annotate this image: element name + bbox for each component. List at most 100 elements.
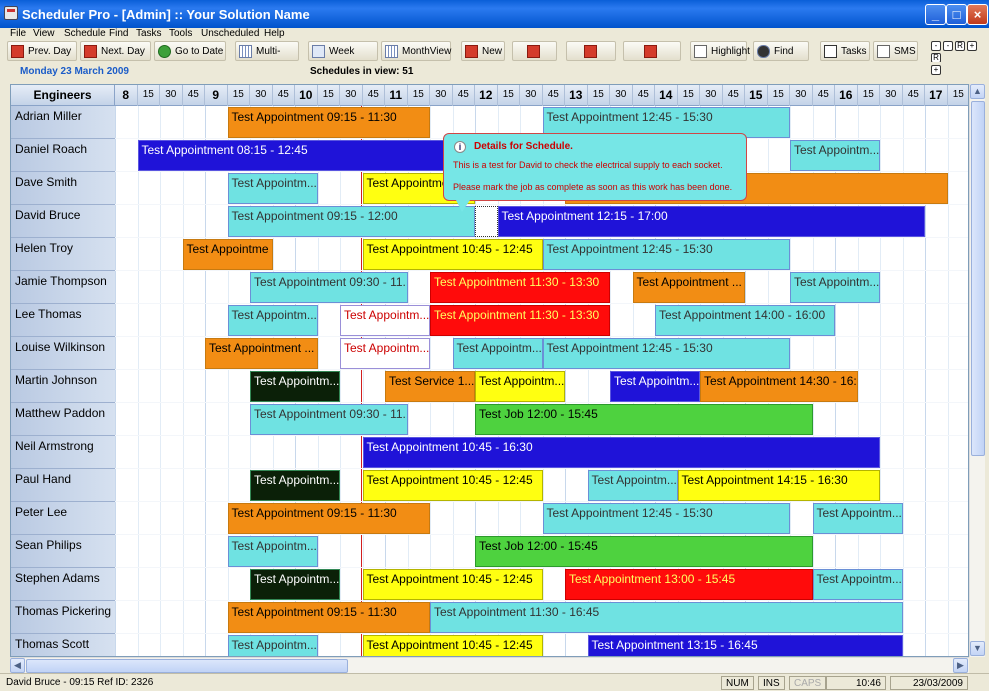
engineer-name[interactable]: Lee Thomas [11,304,115,337]
engineer-name[interactable]: Peter Lee [11,502,115,535]
highlight-button[interactable]: Highlight [690,41,750,61]
appointment-block[interactable]: Test Appointm... [790,272,880,303]
appointment-block[interactable]: Test Appointm... [227,635,318,656]
next-day-button[interactable]: Next. Day [80,41,151,61]
menu-view[interactable]: View [33,28,55,39]
appointment-block[interactable]: Test Job 12:00 - 15:45 [475,404,813,435]
engineer-name[interactable]: David Bruce [11,205,115,238]
vertical-scrollbar[interactable]: ▲ ▼ [969,84,985,657]
appointment-block[interactable]: Test Appointment 09:30 - 11... [250,272,408,303]
engineer-name[interactable]: Neil Armstrong [11,436,115,469]
appointment-block[interactable]: Test Appointment 09:30 - 11... [250,404,408,435]
engineer-name[interactable]: Paul Hand [11,469,115,502]
engineer-name[interactable]: Matthew Paddon [11,403,115,436]
appointment-block[interactable]: Test Appointm... [250,470,340,501]
appointment-block[interactable]: Test Appointm... [812,503,903,534]
engineer-name[interactable]: Martin Johnson [11,370,115,403]
appointment-block[interactable]: Test Appointment 11:30 - 13:30 [430,272,610,303]
tasks-button[interactable]: Tasks [820,41,870,61]
appointment-block[interactable]: Test Appointm... [340,305,430,336]
prev-day-button[interactable]: Prev. Day [7,41,77,61]
appointment-block[interactable]: Test Appointment 14:00 - 16:00 [655,305,835,336]
appointment-block[interactable]: Test Appointment 14:15 - 16:30 [677,470,880,501]
go-to-date-button[interactable]: Go to Date [154,41,226,61]
appointment-block[interactable]: Test Appointm... [452,338,543,369]
appointment-block[interactable]: Test Appointm... [610,371,700,402]
appointment-block[interactable]: Test Appointment 09:15 - 11:30 [227,602,430,633]
appointment-block[interactable]: Test Appointment ... [205,338,318,369]
appointment-block[interactable]: Test Appointme [182,239,273,270]
appointment-block[interactable]: Test Appointment 12:45 - 15:30 [542,503,790,534]
engineer-name[interactable]: Dave Smith [11,172,115,205]
zoom-in-small-button[interactable]: + [967,41,977,51]
row-expand-small-button[interactable]: + [931,65,941,75]
appointment-block[interactable]: Test Appointment 13:00 - 15:45 [565,569,813,600]
engineer-name[interactable]: Sean Philips [11,535,115,568]
move-appointment-button[interactable] [512,41,557,61]
engineer-name[interactable]: Jamie Thompson [11,271,115,304]
maximize-button[interactable]: □ [946,4,967,25]
month-view-button[interactable]: MonthView [381,41,451,61]
engineer-name[interactable]: Adrian Miller [11,106,115,139]
horizontal-scrollbar[interactable]: ◀ ▶ [10,657,969,673]
multi-day-button[interactable]: Multi-Day [235,41,299,77]
week-view-button[interactable]: Week View [308,41,378,77]
appointment-block[interactable]: Test Job 12:00 - 15:45 [475,536,813,567]
appointment-block[interactable]: Test Appointment 13:15 - 16:45 [587,635,903,656]
appointment-block[interactable]: Test Appointment 10:45 - 16:30 [362,437,880,468]
appointment-block[interactable]: Test Appointment 11:30 - 16:45 [430,602,903,633]
new-button[interactable]: New [461,41,505,61]
minimize-button[interactable]: _ [925,4,946,25]
appointment-block[interactable]: Test Appointm... [340,338,430,369]
scroll-left-icon[interactable]: ◀ [10,658,25,673]
horizontal-scroll-thumb[interactable] [26,659,348,673]
appointment-block[interactable]: Test Appointm... [227,173,318,204]
appointment-block[interactable]: Test Appointment 10:45 - 12:45 [362,470,543,501]
menu-tools[interactable]: Tools [169,28,192,39]
appointment-block[interactable]: Test Appointm... [790,140,880,171]
scroll-up-icon[interactable]: ▲ [970,84,985,99]
find-button[interactable]: Find [753,41,809,61]
engineer-name[interactable]: Thomas Pickering [11,601,115,634]
appointment-block[interactable]: Test Appointment 10:45 - 12:45 [362,569,543,600]
close-button[interactable]: × [967,4,988,25]
menu-help[interactable]: Help [264,28,285,39]
appointment-block[interactable]: Test Appointm... [250,569,340,600]
appointment-block[interactable]: Test Appointment 09:15 - 11:30 [227,107,430,138]
vertical-scroll-thumb[interactable] [971,101,985,456]
reset-small-button[interactable]: R [955,41,965,51]
appointment-block[interactable]: Test Appointm... [227,536,318,567]
appointment-block[interactable]: Test Appointm... [812,569,903,600]
appointment-block[interactable]: Test Service 1... [385,371,475,402]
swap-appointment-button[interactable] [566,41,616,61]
menu-tasks[interactable]: Tasks [136,28,162,39]
appointment-block[interactable]: Test Appointm... [475,371,565,402]
appointment-block[interactable]: Test Appointment 12:45 - 15:30 [542,338,790,369]
delete-appointment-button[interactable] [623,41,681,61]
engineer-name[interactable]: Louise Wilkinson [11,337,115,370]
menu-file[interactable]: File [10,28,26,39]
appointment-block[interactable] [475,206,498,237]
appointment-block[interactable]: Test Appointment 10:45 - 12:45 [362,635,543,656]
appointment-block[interactable]: Test Appointm... [227,305,318,336]
appointment-block[interactable]: Test Appointment 12:45 - 15:30 [542,239,790,270]
title-bar[interactable]: Scheduler Pro - [Admin] :: Your Solution… [0,0,989,28]
appointment-block[interactable]: Test Appointment 14:30 - 16:45 [700,371,858,402]
appointment-block[interactable]: Test Appointm... [250,371,340,402]
sms-button[interactable]: SMS [873,41,918,61]
engineer-name[interactable]: Daniel Roach [11,139,115,172]
appointment-block[interactable]: Test Appointm... [587,470,678,501]
appointment-block[interactable]: Test Appointment 09:15 - 11:30 [227,503,430,534]
menu-schedule[interactable]: Schedule [64,28,106,39]
appointment-block[interactable]: Test Appointment 11:30 - 13:30 [430,305,610,336]
engineer-name[interactable]: Helen Troy [11,238,115,271]
engineer-name[interactable]: Thomas Scott [11,634,115,656]
appointment-block[interactable]: Test Appointment 12:15 - 17:00 [497,206,925,237]
zoom-out-small-button[interactable]: - [931,41,941,51]
menu-unscheduled[interactable]: Unscheduled [201,28,259,39]
appointment-block[interactable]: Test Appointment ... [632,272,745,303]
collapse-small-button[interactable]: - [943,41,953,51]
appointment-block[interactable]: Test Appointment 10:45 - 12:45 [362,239,543,270]
engineer-name[interactable]: Stephen Adams [11,568,115,601]
menu-find[interactable]: Find [109,28,128,39]
